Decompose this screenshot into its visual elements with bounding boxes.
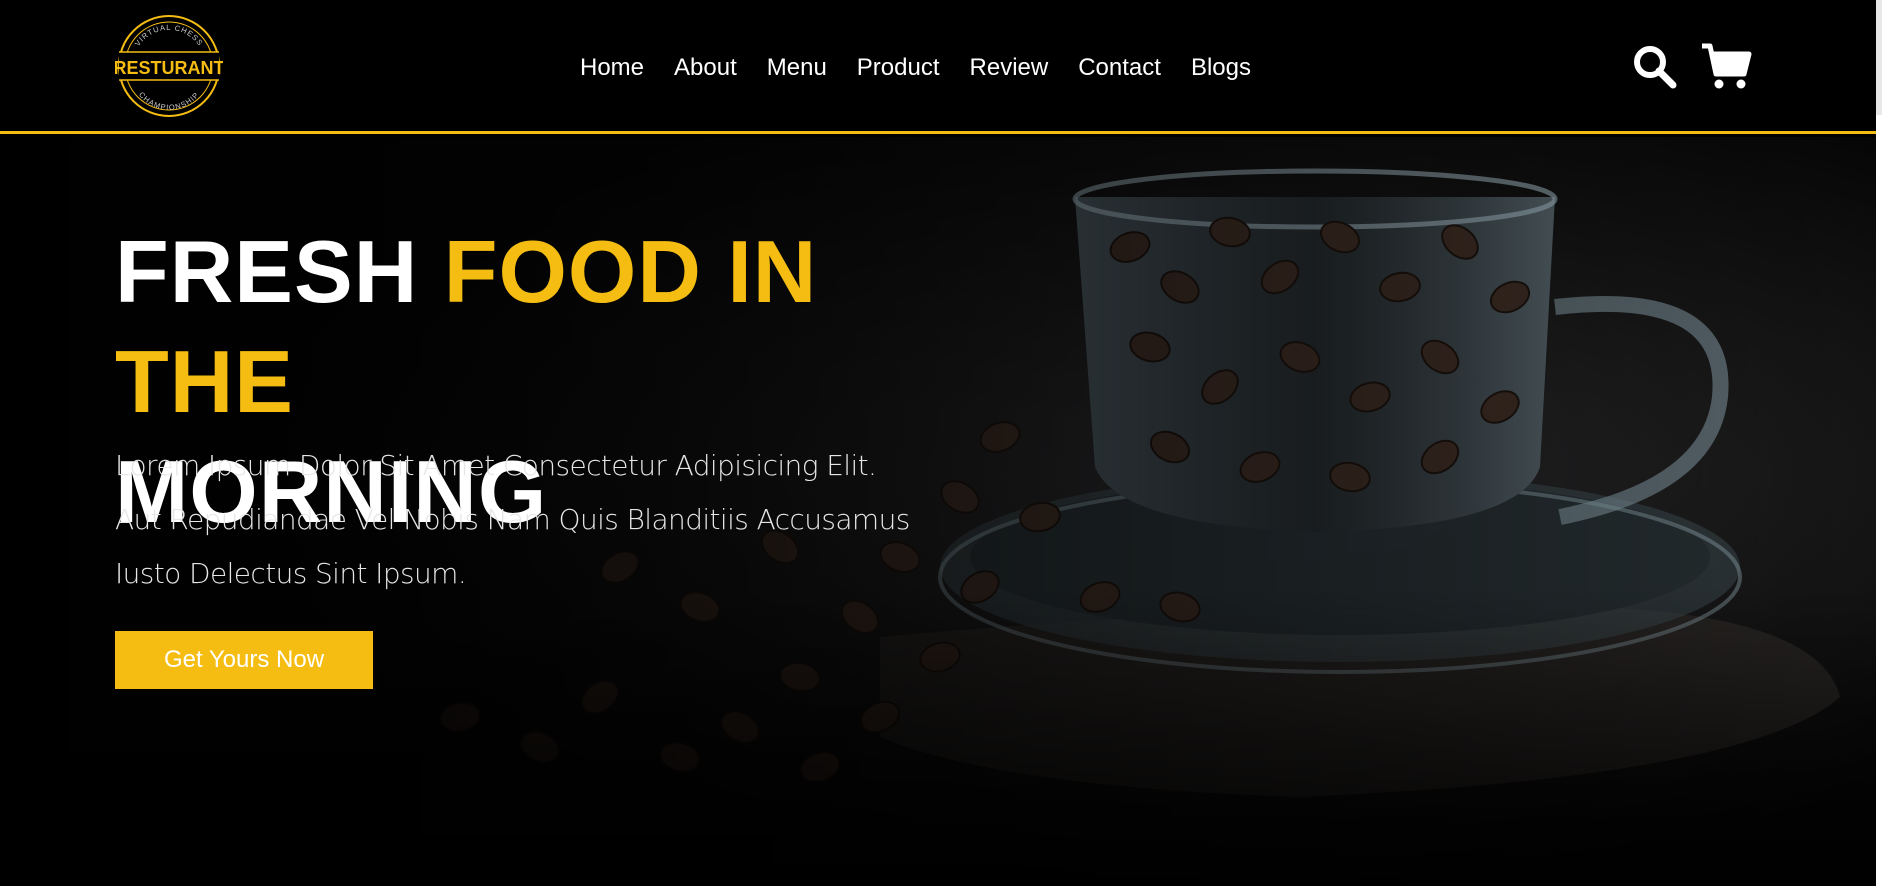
- site-header: RESTURANT VIRTUAL CHESS CHAMPIONSHIP Hom…: [0, 0, 1876, 134]
- main-nav: Home About Menu Product Review Contact B…: [580, 50, 1281, 86]
- scrollbar-thumb[interactable]: [1876, 0, 1882, 115]
- hero-description: Lorem Ipsum Dolor Sit Amet Consectetur A…: [115, 449, 910, 590]
- nav-product[interactable]: Product: [857, 50, 940, 86]
- nav-home[interactable]: Home: [580, 50, 644, 86]
- cart-button[interactable]: [1700, 40, 1752, 92]
- hero-section: FRESH FOOD IN THE MORNING Lorem Ipsum Dol…: [0, 137, 1876, 886]
- get-yours-now-button[interactable]: Get Yours Now: [115, 631, 373, 689]
- svg-text:CHAMPIONSHIP: CHAMPIONSHIP: [137, 90, 201, 112]
- svg-text:VIRTUAL CHESS: VIRTUAL CHESS: [133, 23, 205, 48]
- page-scrollbar[interactable]: [1876, 0, 1882, 886]
- page: RESTURANT VIRTUAL CHESS CHAMPIONSHIP Hom…: [0, 0, 1882, 886]
- nav-review[interactable]: Review: [970, 50, 1049, 86]
- logo-arc-top: VIRTUAL CHESS: [133, 23, 204, 48]
- search-icon: [1634, 46, 1677, 89]
- nav-menu[interactable]: Menu: [767, 50, 827, 86]
- nav-contact[interactable]: Contact: [1078, 50, 1161, 86]
- logo-wordmark: RESTURANT: [115, 58, 223, 78]
- nav-about[interactable]: About: [674, 50, 737, 86]
- cart-icon: [1702, 43, 1752, 89]
- search-button[interactable]: [1632, 44, 1678, 90]
- brand-logo[interactable]: RESTURANT VIRTUAL CHESS CHAMPIONSHIP: [114, 14, 225, 118]
- logo-arc-bottom: CHAMPIONSHIP: [137, 90, 200, 112]
- nav-blogs[interactable]: Blogs: [1191, 50, 1251, 86]
- hero-title-part1: FRESH: [115, 222, 444, 321]
